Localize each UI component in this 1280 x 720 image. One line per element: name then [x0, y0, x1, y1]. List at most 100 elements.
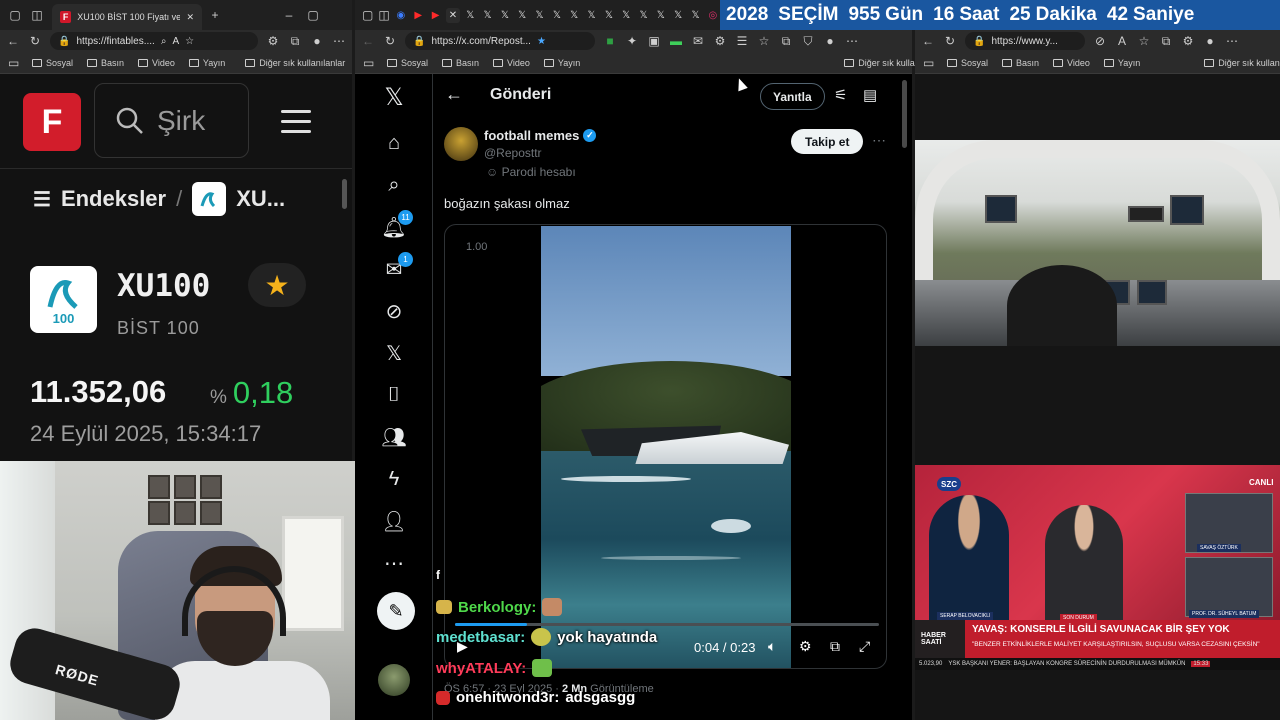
minimize-icon[interactable]: –	[282, 8, 296, 22]
search-input[interactable]: Şirk	[94, 83, 249, 158]
profile-icon[interactable]: 👤︎	[377, 504, 411, 538]
bookmark-basin[interactable]: Basın	[87, 58, 124, 68]
account-avatar[interactable]	[378, 664, 410, 696]
favorite-star-icon[interactable]: ★	[537, 36, 546, 47]
fullscreen-icon[interactable]: ⤢	[859, 638, 870, 655]
url-field[interactable]: 🔒 https://x.com/Repost... ★	[405, 32, 595, 50]
extension-icon[interactable]: ✉	[691, 34, 705, 48]
favorites-icon[interactable]: ☆	[757, 34, 771, 48]
refresh-icon[interactable]: ↻	[383, 34, 397, 48]
search-icon[interactable]: ⌕	[377, 168, 411, 202]
post-button[interactable]: ✎	[377, 592, 415, 630]
extensions-icon[interactable]: ⚙	[266, 34, 280, 48]
more-menu-icon[interactable]: ⋯	[845, 34, 859, 48]
back-icon[interactable]: ←	[361, 34, 375, 48]
bookmark-basin[interactable]: Basın	[442, 58, 479, 68]
favorite-star-button[interactable]: ★	[248, 263, 306, 307]
tab-x-icon[interactable]: 𝕏	[498, 8, 512, 23]
reply-button[interactable]: Yanıtla	[760, 83, 825, 110]
url-field[interactable]: 🔒 https://fintables.... ⌕ A ☆	[50, 32, 258, 50]
breadcrumb-endeksler[interactable]: Endeksler	[61, 186, 166, 212]
bookmarks-icon[interactable]: ⌷	[377, 378, 411, 412]
fintables-logo[interactable]: F	[23, 93, 81, 151]
active-tab-x[interactable]: ✕	[445, 7, 461, 23]
scrollbar[interactable]	[342, 179, 347, 209]
bookmark-sosyal[interactable]: Sosyal	[947, 58, 988, 68]
bookmark-sosyal[interactable]: Sosyal	[32, 58, 73, 68]
settings-icon[interactable]: ⚙	[799, 638, 812, 655]
refresh-icon[interactable]: ↻	[943, 34, 957, 48]
url-field[interactable]: 🔒 https://www.y...	[965, 32, 1085, 50]
reader-icon[interactable]: ▤	[863, 86, 877, 104]
tab-x-icon[interactable]: 𝕏	[463, 8, 477, 23]
bookmark-video[interactable]: Video	[493, 58, 530, 68]
back-icon[interactable]: ←	[921, 34, 935, 48]
more-menu-icon[interactable]: ⋯	[332, 34, 346, 48]
bookmark-yayin[interactable]: Yayın	[543, 58, 580, 68]
bookmark-sosyal[interactable]: Sosyal	[387, 58, 428, 68]
profile-avatar[interactable]: ●	[1203, 34, 1217, 48]
extension-icon[interactable]: ⚙	[713, 34, 727, 48]
close-tab-icon[interactable]: ✕	[186, 12, 194, 23]
tab-x-icon[interactable]: 𝕏	[532, 8, 546, 23]
premium-x-icon[interactable]: 𝕏	[377, 336, 411, 370]
verified-orgs-icon[interactable]: ϟ	[377, 462, 411, 496]
pip-icon[interactable]: ⧉	[830, 638, 840, 655]
tab-instagram-icon[interactable]: ◎	[706, 8, 720, 23]
tab-x-icon[interactable]: 𝕏	[602, 8, 616, 23]
bookmark-yayin[interactable]: Yayın	[188, 58, 225, 68]
filter-icon[interactable]: ⚟	[834, 86, 847, 104]
tab-x-icon[interactable]: 𝕏	[619, 8, 633, 23]
bookmark-sidebar-icon[interactable]: ▭	[923, 56, 934, 70]
bookmark-sidebar-icon[interactable]: ▭	[8, 56, 19, 70]
refresh-icon[interactable]: ↻	[28, 34, 42, 48]
bookmark-yayin[interactable]: Yayın	[1103, 58, 1140, 68]
bookmark-basin[interactable]: Basın	[1002, 58, 1039, 68]
tab-x-icon[interactable]: 𝕏	[636, 8, 650, 23]
tab-actions-icon[interactable]: ◫	[377, 8, 390, 22]
more-options-icon[interactable]: ⋯	[872, 132, 886, 149]
messages-icon[interactable]: ✉ 1	[377, 252, 413, 286]
bookmark-video[interactable]: Video	[1053, 58, 1090, 68]
news-stream[interactable]: SZC CANLI SERAP BELOVACIKLI SAVAŞ ÖZTÜRK…	[915, 465, 1280, 670]
profile-avatar[interactable]: ●	[823, 34, 837, 48]
zoom-icon[interactable]: ⌕	[161, 36, 167, 47]
extension-icon[interactable]: ▬	[669, 34, 683, 48]
read-aloud-icon[interactable]: A	[1115, 34, 1129, 48]
favorites-icon[interactable]: ☆	[1137, 34, 1151, 48]
extension-icon[interactable]: ⊘	[1093, 34, 1107, 48]
tab-x-icon[interactable]: 𝕏	[515, 8, 529, 23]
pinned-tab-youtube[interactable]: ▶	[428, 8, 442, 23]
tab-fintables[interactable]: F XU100 BİST 100 Fiyatı ve Grafiği ✕	[52, 4, 202, 30]
home-icon[interactable]: ⌂	[377, 126, 411, 160]
author-avatar[interactable]	[444, 127, 478, 161]
author-handle[interactable]: @Reposttr	[484, 146, 542, 160]
more-icon[interactable]: ⋯	[377, 546, 411, 580]
video-progress-bar[interactable]	[455, 623, 879, 626]
tab-actions-icon[interactable]: ◫	[30, 8, 44, 22]
extension-icon[interactable]: ✦	[625, 34, 639, 48]
more-menu-icon[interactable]: ⋯	[1225, 34, 1239, 48]
volume-icon[interactable]: 🔈︎	[768, 638, 776, 655]
tab-x-icon[interactable]: 𝕏	[671, 8, 685, 23]
tab-x-icon[interactable]: 𝕏	[688, 8, 702, 23]
new-tab-icon[interactable]: +	[208, 8, 222, 22]
tab-x-icon[interactable]: 𝕏	[584, 8, 598, 23]
back-icon[interactable]: ←	[6, 34, 20, 48]
tab-x-icon[interactable]: 𝕏	[654, 8, 668, 23]
train-cab-video[interactable]	[915, 140, 1280, 346]
tab-x-icon[interactable]: 𝕏	[550, 8, 564, 23]
read-aloud-icon[interactable]: A	[172, 36, 179, 47]
grok-icon[interactable]: ⊘	[377, 294, 411, 328]
communities-icon[interactable]: 👥︎	[377, 420, 411, 454]
other-bookmarks[interactable]: Diğer sık kullanılanlar	[1204, 58, 1280, 68]
window-menu-icon[interactable]: ▢	[361, 8, 374, 22]
window-menu-icon[interactable]: ▢	[8, 8, 22, 22]
extension-icon[interactable]: ▣	[647, 34, 661, 48]
notifications-icon[interactable]: 🔔︎ 11	[377, 210, 413, 244]
back-arrow-icon[interactable]: ←	[445, 84, 463, 105]
bookmark-sidebar-icon[interactable]: ▭	[363, 56, 374, 70]
tab-x-icon[interactable]: 𝕏	[480, 8, 494, 23]
extensions-icon[interactable]: ⚙	[1181, 34, 1195, 48]
collections-icon[interactable]: ⧉	[1159, 34, 1173, 49]
